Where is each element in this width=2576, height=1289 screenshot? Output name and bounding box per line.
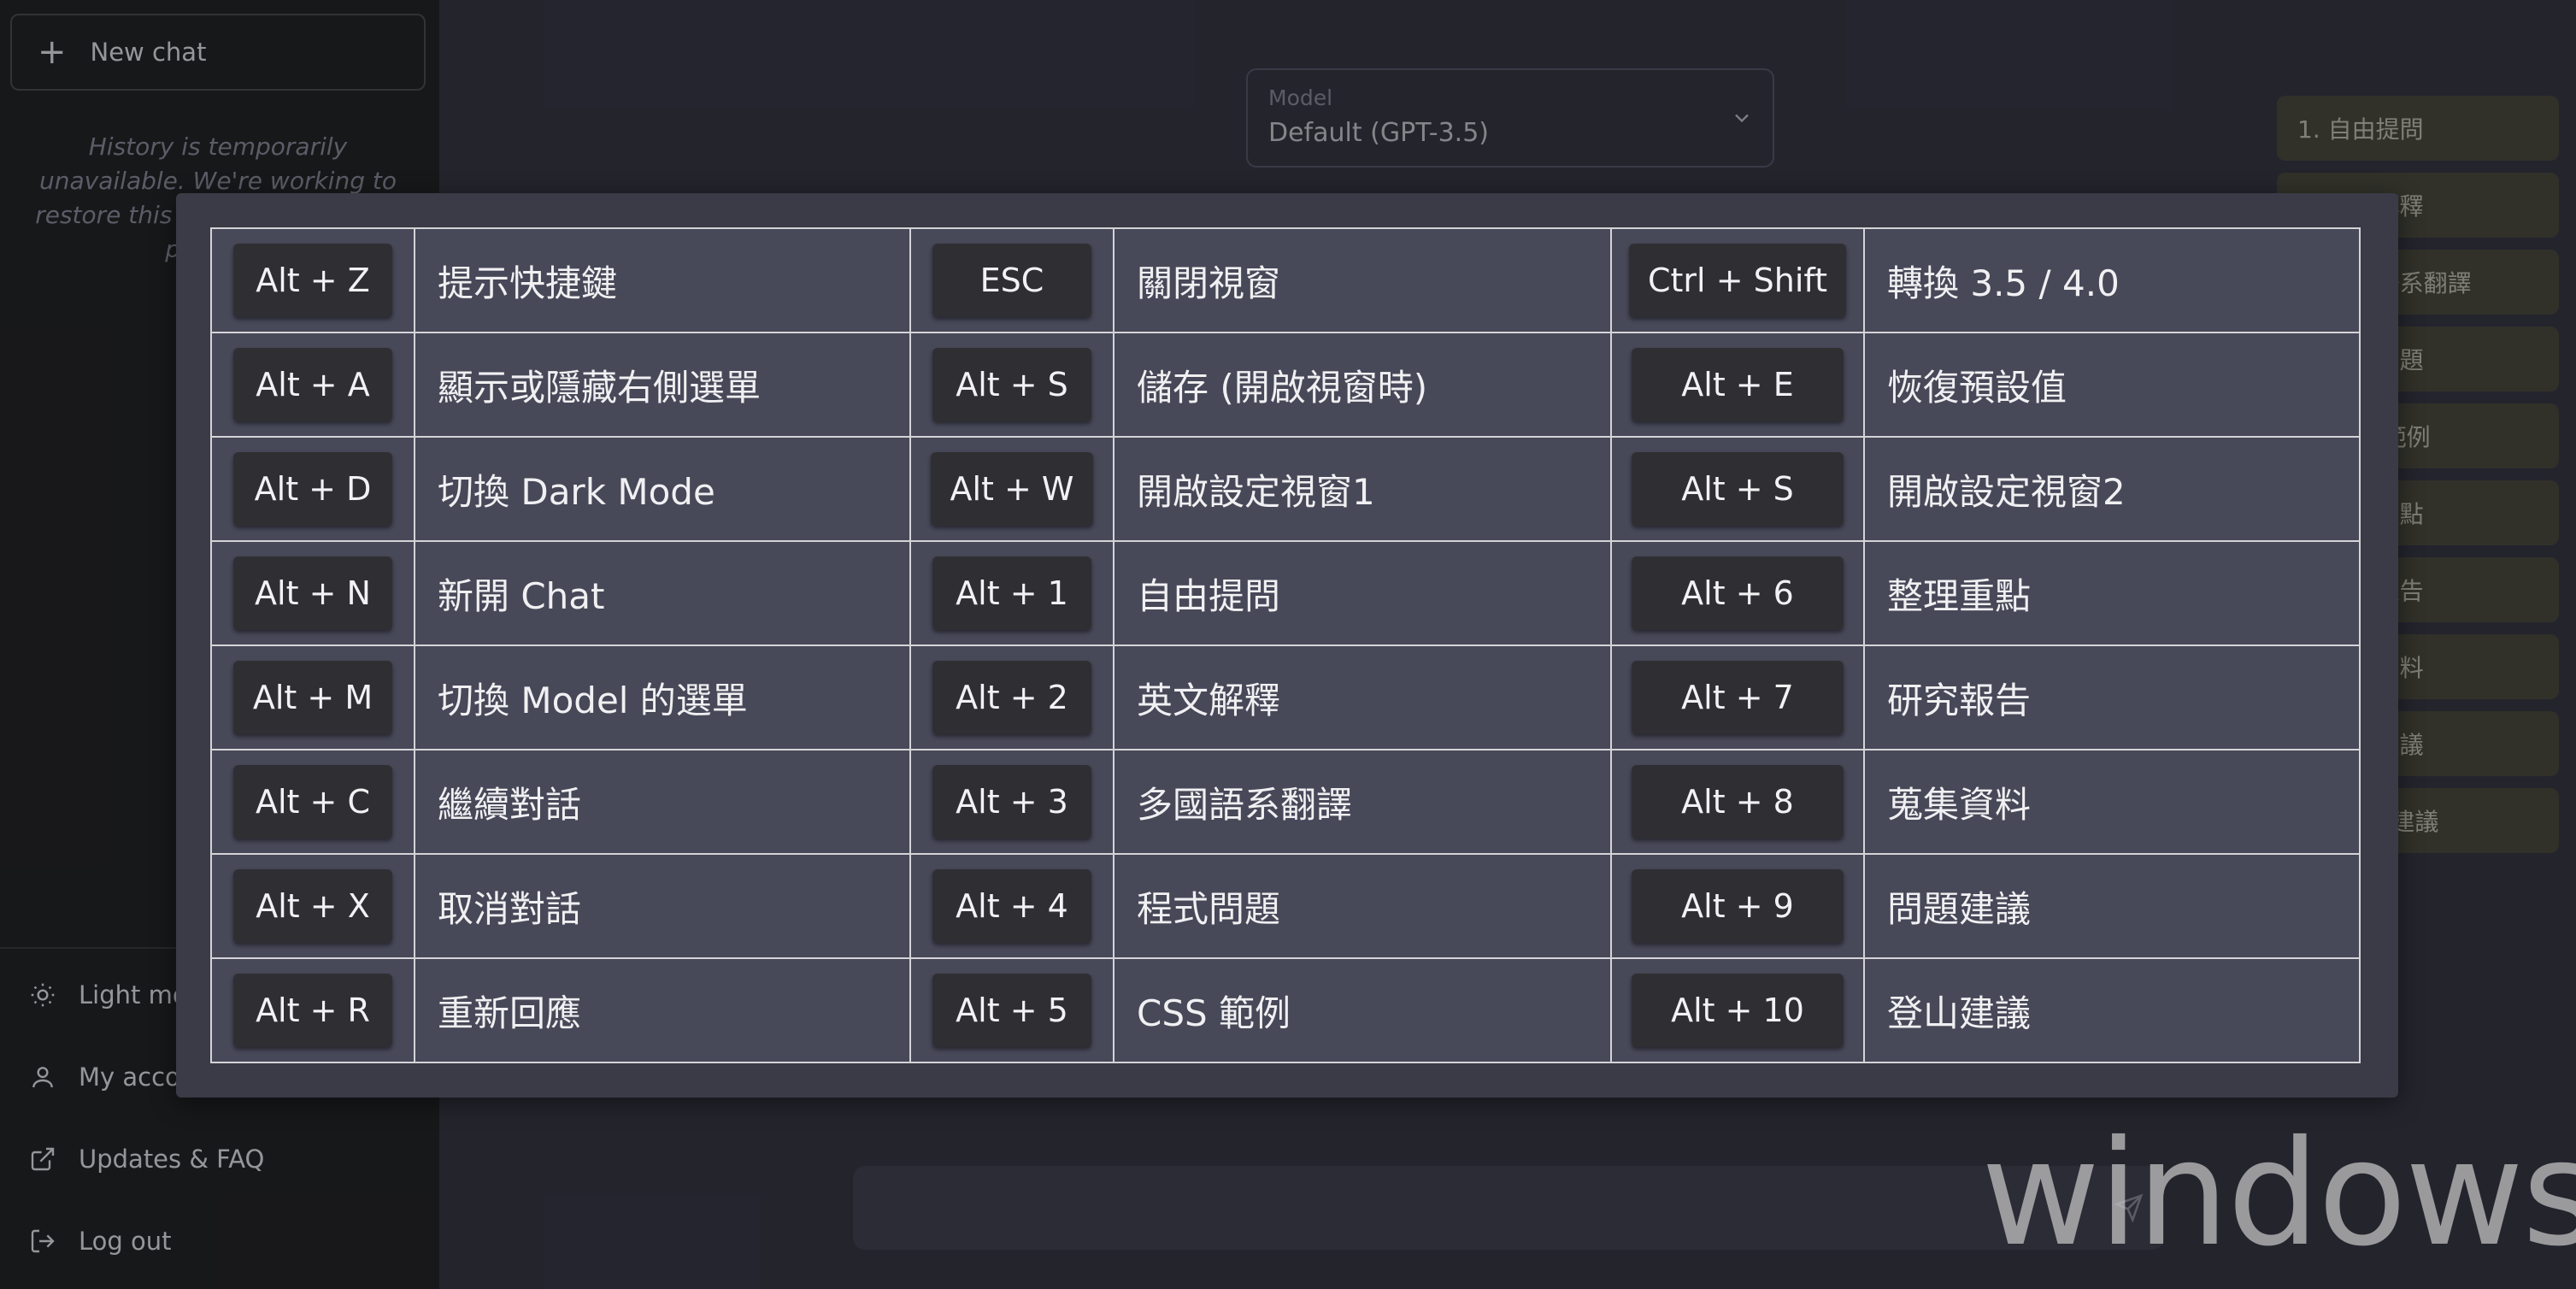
- shortcut-row: Alt + Z 提示快捷鍵 ESC 關閉視窗 Ctrl + Shift 轉換 3.5 / …: [210, 227, 2361, 333]
- shortcut-key-cell: Alt + 3: [909, 749, 1115, 855]
- shortcut-description: 切換 Dark Mode: [414, 436, 911, 542]
- shortcut-key-cell: Alt + X: [210, 853, 415, 959]
- shortcut-key-cell: Alt + M: [210, 644, 415, 750]
- shortcut-key-cell: Alt + R: [210, 957, 415, 1063]
- shortcut-row: Alt + C 繼續對話 Alt + 3 多國語系翻譯 Alt + 8 蒐集資料: [210, 749, 2361, 855]
- shortcut-key-cell: Alt + D: [210, 436, 415, 542]
- shortcut-key: Ctrl + Shift: [1629, 244, 1846, 317]
- shortcut-description: 恢復預設值: [1863, 332, 2361, 438]
- shortcut-description: 切換 Model 的選單: [414, 644, 911, 750]
- shortcut-description: 開啟設定視窗2: [1863, 436, 2361, 542]
- shortcut-row: Alt + R 重新回應 Alt + 5 CSS 範例 Alt + 10 登山建議: [210, 957, 2361, 1063]
- shortcut-key: Alt + 10: [1632, 974, 1844, 1047]
- shortcut-key: Alt + 4: [932, 869, 1091, 943]
- shortcut-description: 提示快捷鍵: [414, 227, 911, 333]
- shortcut-modal: Alt + Z 提示快捷鍵 ESC 關閉視窗 Ctrl + Shift 轉換 3.5 / …: [176, 193, 2398, 1098]
- shortcut-key: Alt + 3: [932, 765, 1091, 839]
- shortcut-description: 關閉視窗: [1113, 227, 1612, 333]
- shortcut-key: Alt + Z: [233, 244, 392, 317]
- shortcut-key-cell: Alt + 6: [1610, 540, 1865, 646]
- shortcut-key: Alt + W: [931, 452, 1093, 526]
- shortcut-key-cell: Alt + A: [210, 332, 415, 438]
- shortcut-row: Alt + D 切換 Dark Mode Alt + W 開啟設定視窗1 Alt + S…: [210, 436, 2361, 542]
- shortcut-description: 整理重點: [1863, 540, 2361, 646]
- shortcut-description: 新開 Chat: [414, 540, 911, 646]
- shortcut-key: Alt + 1: [932, 556, 1091, 630]
- shortcut-description: 登山建議: [1863, 957, 2361, 1063]
- shortcut-key-cell: Alt + C: [210, 749, 415, 855]
- shortcut-key-cell: Alt + E: [1610, 332, 1865, 438]
- shortcut-row: Alt + M 切換 Model 的選單 Alt + 2 英文解釋 Alt + 7 研究報…: [210, 644, 2361, 750]
- shortcut-description: 自由提問: [1113, 540, 1612, 646]
- shortcut-key: Alt + S: [932, 348, 1091, 421]
- shortcut-key-cell: Alt + 7: [1610, 644, 1865, 750]
- shortcut-description: CSS 範例: [1113, 957, 1612, 1063]
- shortcut-key: Alt + 9: [1632, 869, 1844, 943]
- shortcut-key-cell: Alt + N: [210, 540, 415, 646]
- shortcut-key-cell: Ctrl + Shift: [1610, 227, 1865, 333]
- shortcut-description: 取消對話: [414, 853, 911, 959]
- modal-backdrop[interactable]: Alt + Z 提示快捷鍵 ESC 關閉視窗 Ctrl + Shift 轉換 3.5 / …: [0, 0, 2576, 1289]
- shortcut-key-cell: Alt + 8: [1610, 749, 1865, 855]
- shortcut-key-cell: Alt + 10: [1610, 957, 1865, 1063]
- shortcut-key: Alt + X: [233, 869, 392, 943]
- shortcut-key-cell: Alt + S: [1610, 436, 1865, 542]
- shortcut-description: 重新回應: [414, 957, 911, 1063]
- shortcut-key: Alt + C: [233, 765, 392, 839]
- shortcut-key: ESC: [932, 244, 1091, 317]
- shortcut-key-cell: Alt + 9: [1610, 853, 1865, 959]
- shortcut-key: Alt + E: [1632, 348, 1844, 421]
- shortcut-key-cell: Alt + 2: [909, 644, 1115, 750]
- shortcut-key: Alt + 2: [932, 661, 1091, 734]
- watermark: windows: [1981, 1109, 2576, 1279]
- shortcut-key-cell: Alt + W: [909, 436, 1115, 542]
- shortcut-key: Alt + D: [233, 452, 392, 526]
- shortcut-description: 轉換 3.5 / 4.0: [1863, 227, 2361, 333]
- shortcut-row: Alt + N 新開 Chat Alt + 1 自由提問 Alt + 6 整理重點: [210, 540, 2361, 646]
- shortcut-description: 顯示或隱藏右側選單: [414, 332, 911, 438]
- shortcut-key-cell: ESC: [909, 227, 1115, 333]
- shortcut-key: Alt + S: [1632, 452, 1844, 526]
- shortcut-description: 問題建議: [1863, 853, 2361, 959]
- shortcut-key: Alt + 6: [1632, 556, 1844, 630]
- shortcut-key: Alt + N: [233, 556, 392, 630]
- shortcut-description: 儲存 (開啟視窗時): [1113, 332, 1612, 438]
- shortcut-key: Alt + M: [233, 661, 392, 734]
- shortcut-key-cell: Alt + 1: [909, 540, 1115, 646]
- shortcut-key-cell: Alt + S: [909, 332, 1115, 438]
- shortcut-key: Alt + R: [233, 974, 392, 1047]
- shortcut-key: Alt + 7: [1632, 661, 1844, 734]
- shortcut-description: 程式問題: [1113, 853, 1612, 959]
- shortcut-key: Alt + A: [233, 348, 392, 421]
- shortcut-key-cell: Alt + Z: [210, 227, 415, 333]
- shortcut-description: 開啟設定視窗1: [1113, 436, 1612, 542]
- shortcut-description: 繼續對話: [414, 749, 911, 855]
- shortcut-key-cell: Alt + 5: [909, 957, 1115, 1063]
- shortcut-description: 蒐集資料: [1863, 749, 2361, 855]
- shortcut-row: Alt + X 取消對話 Alt + 4 程式問題 Alt + 9 問題建議: [210, 853, 2361, 959]
- shortcut-description: 研究報告: [1863, 644, 2361, 750]
- shortcut-row: Alt + A 顯示或隱藏右側選單 Alt + S 儲存 (開啟視窗時) Alt + E…: [210, 332, 2361, 438]
- shortcut-key: Alt + 5: [932, 974, 1091, 1047]
- shortcut-table: Alt + Z 提示快捷鍵 ESC 關閉視窗 Ctrl + Shift 轉換 3.5 / …: [210, 227, 2361, 1063]
- shortcut-key-cell: Alt + 4: [909, 853, 1115, 959]
- shortcut-description: 英文解釋: [1113, 644, 1612, 750]
- shortcut-description: 多國語系翻譯: [1113, 749, 1612, 855]
- shortcut-key: Alt + 8: [1632, 765, 1844, 839]
